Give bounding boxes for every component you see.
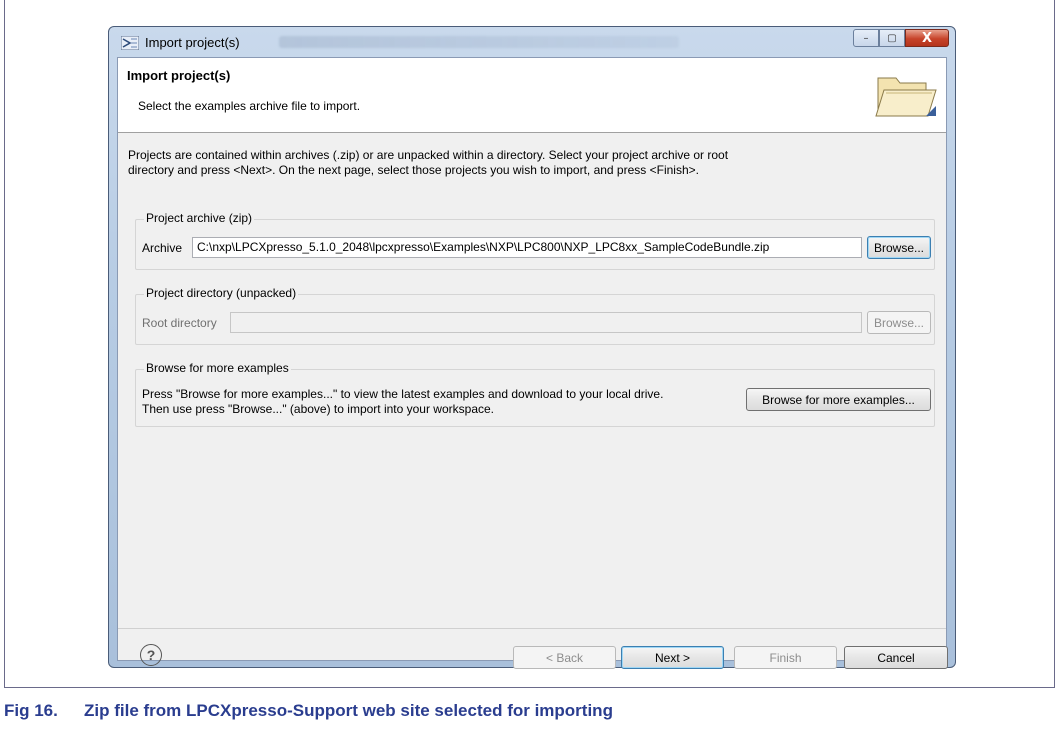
maximize-button[interactable]: ▢ [879, 29, 905, 47]
app-icon [121, 36, 139, 50]
figure-caption-text: Zip file from LPCXpresso-Support web sit… [84, 701, 613, 720]
cancel-button[interactable]: Cancel [844, 646, 948, 669]
archive-browse-button[interactable]: Browse... [867, 236, 931, 259]
open-folder-icon [875, 77, 937, 117]
minimize-button[interactable]: – [853, 29, 879, 47]
more-examples-text-line2: Then use press "Browse..." (above) to im… [142, 402, 495, 416]
directory-browse-button[interactable]: Browse... [867, 311, 931, 334]
close-button[interactable]: X [905, 29, 949, 47]
project-directory-legend: Project directory (unpacked) [144, 286, 299, 300]
more-examples-group: Browse for more examples Press "Browse f… [135, 361, 935, 427]
dialog-client-area: Import project(s) Select the examples ar… [117, 57, 948, 669]
archive-label: Archive [142, 241, 183, 255]
project-archive-group: Project archive (zip) Archive C:\nxp\LPC… [135, 211, 935, 270]
next-button[interactable]: Next > [621, 646, 724, 669]
footer-separator [118, 628, 946, 629]
figure-caption: Fig 16. Zip file from LPCXpresso-Support … [4, 701, 613, 721]
background-window-ghost [279, 36, 679, 48]
more-examples-text-line1: Press "Browse for more examples..." to v… [142, 387, 664, 401]
banner-message: Select the examples archive file to impo… [138, 99, 361, 113]
finish-button[interactable]: Finish [734, 646, 837, 669]
archive-path-field[interactable]: C:\nxp\LPCXpresso_5.1.0_2048\lpcxpresso\… [192, 237, 862, 258]
browse-more-examples-button[interactable]: Browse for more examples... [746, 388, 931, 411]
project-archive-legend: Project archive (zip) [144, 211, 255, 225]
root-directory-field[interactable] [230, 312, 862, 333]
window-title: Import project(s) [145, 35, 240, 50]
figure-number: Fig 16. [4, 701, 58, 720]
help-icon[interactable]: ? [140, 644, 162, 666]
back-button[interactable]: < Back [513, 646, 616, 669]
banner-title: Import project(s) [127, 68, 231, 83]
project-directory-group: Project directory (unpacked) Root direct… [135, 286, 935, 345]
import-dialog: Import project(s) – ▢ X Import project(s… [108, 26, 956, 669]
title-bar[interactable]: Import project(s) – ▢ X [109, 27, 955, 57]
window-controls: – ▢ X [853, 29, 949, 47]
more-examples-legend: Browse for more examples [144, 361, 291, 375]
intro-text: Projects are contained within archives (… [128, 148, 729, 177]
root-directory-label: Root directory [142, 316, 217, 330]
wizard-banner: Import project(s) Select the examples ar… [118, 58, 946, 133]
